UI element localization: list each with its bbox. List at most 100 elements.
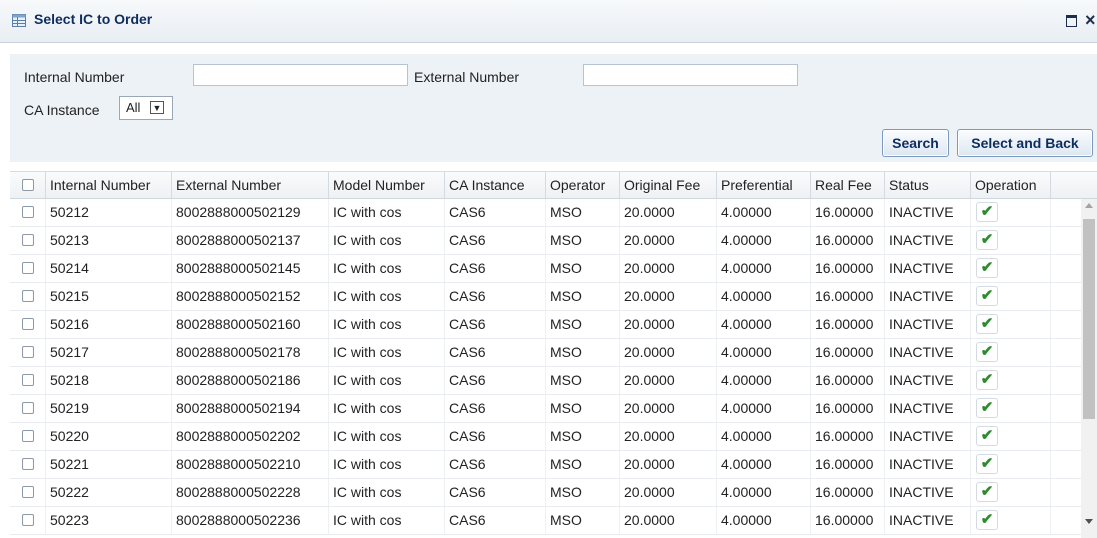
table-cell: IC with cos bbox=[329, 283, 445, 310]
check-icon[interactable]: ✔ bbox=[976, 454, 998, 474]
table-cell: 8002888000502186 bbox=[172, 367, 329, 394]
table-cell: 8002888000502145 bbox=[172, 255, 329, 282]
table-cell: 4.00000 bbox=[717, 395, 811, 422]
table-row[interactable]: 50215 8002888000502152 IC with cos CAS6 MSO 2… bbox=[10, 283, 1081, 311]
column-header[interactable]: Preferential bbox=[717, 172, 811, 199]
table-row[interactable]: 50214 8002888000502145 IC with cos CAS6 MSO 2… bbox=[10, 255, 1081, 283]
table-row[interactable]: 50223 8002888000502236 IC with cos CAS6 MSO 2… bbox=[10, 507, 1081, 535]
table-cell: 16.00000 bbox=[811, 199, 885, 226]
table-cell: 4.00000 bbox=[717, 339, 811, 366]
search-button[interactable]: Search bbox=[882, 129, 949, 157]
table-row[interactable]: 50221 8002888000502210 IC with cos CAS6 MSO 2… bbox=[10, 451, 1081, 479]
table-row[interactable]: 50212 8002888000502129 IC with cos CAS6 MSO 2… bbox=[10, 199, 1081, 227]
external-number-input[interactable] bbox=[583, 64, 798, 86]
column-header[interactable]: CA Instance bbox=[445, 172, 546, 199]
column-header[interactable]: Internal Number bbox=[46, 172, 172, 199]
table-cell: MSO bbox=[546, 507, 620, 534]
table-row[interactable]: 50216 8002888000502160 IC with cos CAS6 MSO 2… bbox=[10, 311, 1081, 339]
table-cell: CAS6 bbox=[445, 339, 546, 366]
table-cell: 4.00000 bbox=[717, 255, 811, 282]
check-icon[interactable]: ✔ bbox=[976, 314, 998, 334]
row-checkbox[interactable] bbox=[22, 430, 34, 442]
table-cell: 20.0000 bbox=[620, 507, 717, 534]
table-cell: MSO bbox=[546, 451, 620, 478]
operation-cell: ✔ bbox=[971, 255, 1051, 282]
table-cell: 4.00000 bbox=[717, 479, 811, 506]
check-icon[interactable]: ✔ bbox=[976, 286, 998, 306]
ca-instance-select[interactable]: All ▼ bbox=[119, 96, 173, 120]
column-header[interactable]: Model Number bbox=[329, 172, 445, 199]
row-checkbox[interactable] bbox=[22, 374, 34, 386]
column-header[interactable]: Real Fee bbox=[811, 172, 885, 199]
check-icon[interactable]: ✔ bbox=[976, 342, 998, 362]
row-checkbox[interactable] bbox=[22, 234, 34, 246]
table-cell: 20.0000 bbox=[620, 199, 717, 226]
row-checkbox[interactable] bbox=[22, 206, 34, 218]
check-icon[interactable]: ✔ bbox=[976, 426, 998, 446]
column-header[interactable]: Original Fee bbox=[620, 172, 717, 199]
row-checkbox[interactable] bbox=[22, 318, 34, 330]
scroll-down-arrow-icon[interactable] bbox=[1085, 519, 1093, 524]
row-checkbox[interactable] bbox=[22, 458, 34, 470]
row-checkbox-cell bbox=[10, 255, 46, 282]
internal-number-input[interactable] bbox=[193, 64, 408, 86]
external-number-label: External Number bbox=[414, 69, 520, 85]
table-row[interactable]: 50217 8002888000502178 IC with cos CAS6 MSO 2… bbox=[10, 339, 1081, 367]
column-header[interactable]: Operation bbox=[971, 172, 1051, 199]
scroll-up-arrow-icon[interactable] bbox=[1085, 203, 1093, 208]
table-cell: 50223 bbox=[46, 507, 172, 534]
table-cell: INACTIVE bbox=[885, 311, 971, 338]
check-icon[interactable]: ✔ bbox=[976, 510, 998, 530]
row-checkbox-cell bbox=[10, 423, 46, 450]
table-cell: 16.00000 bbox=[811, 367, 885, 394]
row-checkbox[interactable] bbox=[22, 262, 34, 274]
table-cell: INACTIVE bbox=[885, 367, 971, 394]
ca-instance-selected-value: All bbox=[126, 100, 141, 115]
table-cell: 20.0000 bbox=[620, 255, 717, 282]
table-cell: IC with cos bbox=[329, 451, 445, 478]
check-icon[interactable]: ✔ bbox=[976, 202, 998, 222]
table-cell: 50212 bbox=[46, 199, 172, 226]
table-row[interactable]: 50219 8002888000502194 IC with cos CAS6 MSO 2… bbox=[10, 395, 1081, 423]
table-cell: IC with cos bbox=[329, 255, 445, 282]
row-checkbox[interactable] bbox=[22, 514, 34, 526]
table-cell: CAS6 bbox=[445, 451, 546, 478]
window-title: Select IC to Order bbox=[34, 11, 153, 27]
table-cell: IC with cos bbox=[329, 199, 445, 226]
row-checkbox[interactable] bbox=[22, 346, 34, 358]
table-cell: INACTIVE bbox=[885, 255, 971, 282]
table-row[interactable]: 50218 8002888000502186 IC with cos CAS6 MSO 2… bbox=[10, 367, 1081, 395]
operation-cell: ✔ bbox=[971, 507, 1051, 534]
table-row[interactable]: 50222 8002888000502228 IC with cos CAS6 MSO 2… bbox=[10, 479, 1081, 507]
check-icon[interactable]: ✔ bbox=[976, 230, 998, 250]
table-cell: 4.00000 bbox=[717, 311, 811, 338]
table-cell: CAS6 bbox=[445, 283, 546, 310]
table-cell: 8002888000502160 bbox=[172, 311, 329, 338]
table-cell: 8002888000502178 bbox=[172, 339, 329, 366]
table-row[interactable]: 50213 8002888000502137 IC with cos CAS6 MSO 2… bbox=[10, 227, 1081, 255]
check-icon[interactable]: ✔ bbox=[976, 258, 998, 278]
maximize-icon[interactable] bbox=[1066, 15, 1077, 27]
grid-header: Internal Number External Number Model Nu… bbox=[10, 171, 1097, 199]
chevron-down-icon[interactable]: ▼ bbox=[150, 101, 164, 114]
column-header[interactable]: Operator bbox=[546, 172, 620, 199]
select-and-back-button[interactable]: Select and Back bbox=[957, 129, 1093, 157]
row-checkbox[interactable] bbox=[22, 402, 34, 414]
close-icon[interactable]: × bbox=[1085, 8, 1096, 32]
vertical-scrollbar[interactable] bbox=[1081, 199, 1097, 538]
table-cell: 20.0000 bbox=[620, 423, 717, 450]
column-header[interactable]: Status bbox=[885, 172, 971, 199]
check-icon[interactable]: ✔ bbox=[976, 398, 998, 418]
table-cell: CAS6 bbox=[445, 255, 546, 282]
check-icon[interactable]: ✔ bbox=[976, 370, 998, 390]
select-all-checkbox[interactable] bbox=[22, 179, 34, 191]
table-row[interactable]: 50220 8002888000502202 IC with cos CAS6 MSO 2… bbox=[10, 423, 1081, 451]
table-cell: 16.00000 bbox=[811, 255, 885, 282]
table-cell: 20.0000 bbox=[620, 227, 717, 254]
column-header[interactable]: External Number bbox=[172, 172, 329, 199]
table-cell: IC with cos bbox=[329, 227, 445, 254]
scroll-thumb[interactable] bbox=[1083, 219, 1095, 419]
check-icon[interactable]: ✔ bbox=[976, 482, 998, 502]
row-checkbox[interactable] bbox=[22, 486, 34, 498]
row-checkbox[interactable] bbox=[22, 290, 34, 302]
